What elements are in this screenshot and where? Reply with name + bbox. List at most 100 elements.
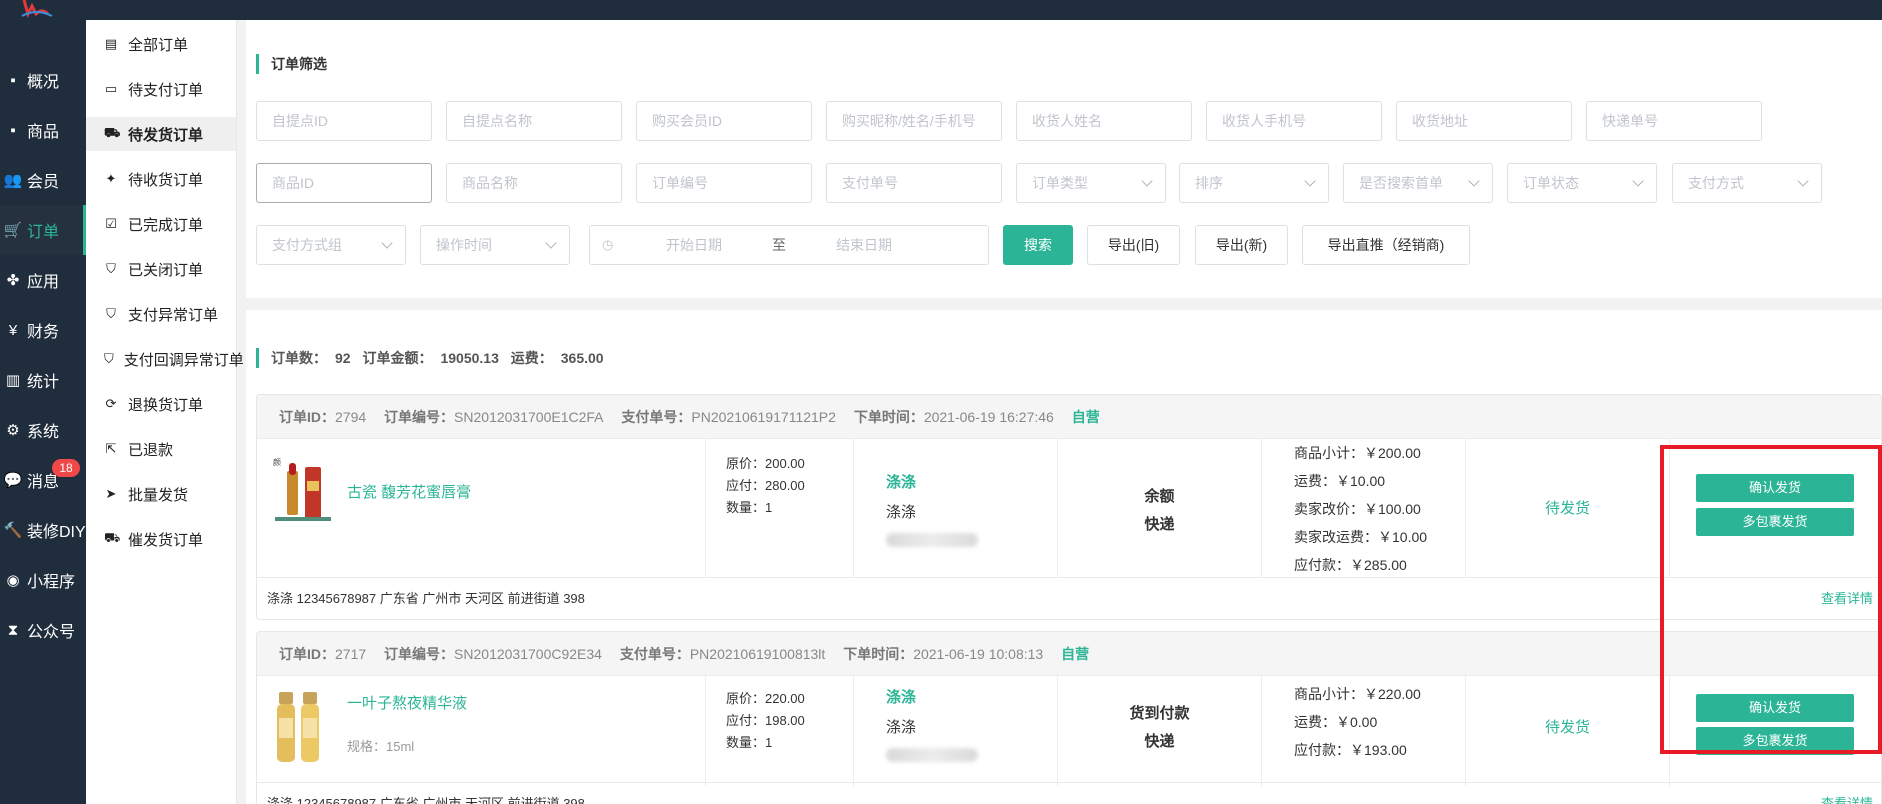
count-label: 订单数： [271,350,327,366]
order-amount: 19050.13 [440,350,499,366]
subnav-refunded[interactable]: ⇱ 已退款 [86,432,236,466]
subnav-label: 支付回调异常订单 [123,351,244,369]
order-time: 2021-06-19 16:27:46 [923,409,1054,425]
fee-line: 卖家改运费：￥10.00 [1294,529,1428,545]
sidebar-item-apps[interactable]: ✤ 应用 [0,255,86,305]
subnav-urge-ship[interactable]: ⛟ 催发货订单 [86,522,236,556]
dropbox-icon: ✦ [105,171,117,186]
pay-sn: PN20210619171121P2 [691,409,836,425]
receiver-name-input[interactable]: 收货人姓名 [1016,101,1192,141]
sidebar-item-members[interactable]: 👥 会员 [0,155,86,205]
export-direct-button[interactable]: 导出直推（经销商) [1302,225,1470,265]
sidebar-item-system[interactable]: ⚙ 系统 [0,405,86,455]
goods-name-link[interactable]: 一叶子熬夜精华液 [347,692,467,713]
share-icon: ⇱ [105,441,117,456]
subnav-callback-error[interactable]: ⛉ 支付回调异常订单 [86,342,244,376]
pickup-id-input[interactable]: 自提点ID [256,101,432,141]
subnav-pending-receipt[interactable]: ✦ 待收货订单 [86,162,236,196]
date-start[interactable]: 开始日期 [666,226,722,264]
cup-icon: ⛉ [104,351,114,366]
self-operated-tag: 自营 [1071,409,1100,425]
subnav-completed[interactable]: ☑ 已完成订单 [86,207,236,241]
order-header: 订单ID：2794 订单编号：SN2012031700E1C2FA 支付单号：P… [257,395,1881,439]
buyer-nick-input[interactable]: 购买昵称/姓名/手机号 [826,101,1002,141]
receiver-phone-input[interactable]: 收货人手机号 [1206,101,1382,141]
tracking-number-input[interactable]: 快递单号 [1586,101,1762,141]
buyer-id-input[interactable]: 购买会员ID [636,101,812,141]
receiver-address-input[interactable]: 收货地址 [1396,101,1572,141]
subnav-label: 待收货订单 [128,171,204,189]
subnav-label: 全部订单 [128,36,189,54]
fee-line: 运费：￥10.00 [1294,473,1386,489]
goods-name-link[interactable]: 古瓷 馥芳花蜜唇膏 [347,481,471,502]
order-card: 订单ID：2717 订单编号：SN2012031700C92E34 支付单号：P… [256,631,1882,804]
buyer-cell: 涤涤 涤涤 [854,439,1058,577]
view-detail-link[interactable]: 查看详情 [1821,783,1873,804]
sidebar-item-stats[interactable]: ▥ 统计 [0,355,86,405]
pay-group-select[interactable]: 支付方式组 [256,225,406,265]
subnav-all-orders[interactable]: ▤ 全部订单 [86,27,236,61]
search-button[interactable]: 搜索 [1003,225,1073,265]
payment-cell: 货到付款 快递 [1058,676,1262,786]
sidebar-item-goods[interactable]: ▪ 商品 [0,105,86,155]
pickup-name-input[interactable]: 自提点名称 [446,101,622,141]
sidebar-item-label: 小程序 [27,574,76,591]
order-footer: 涤涤 12345678987 广东省 广州市 天河区 前进街道 398 查看详情 [257,782,1881,804]
status-cell: 待发货 [1466,676,1670,786]
pay-method-select[interactable]: 支付方式 [1672,163,1822,203]
date-range-picker[interactable]: ◷ 开始日期 至 结束日期 [589,225,989,265]
export-old-button[interactable]: 导出(旧) [1087,225,1180,265]
members-icon: 👥 [3,172,23,189]
sort-select[interactable]: 排序 [1179,163,1329,203]
goods-name-input[interactable]: 商品名称 [446,163,622,203]
order-status-select[interactable]: 订单状态 [1507,163,1657,203]
sidebar-item-overview[interactable]: ▪ 概况 [0,55,86,105]
buyer-nickname-link[interactable]: 涤涤 [886,686,916,707]
order-id: 2794 [335,409,367,425]
first-order-select[interactable]: 是否搜索首单 [1343,163,1493,203]
pay-sn-input[interactable]: 支付单号 [826,163,1002,203]
sidebar-item-finance[interactable]: ¥ 财务 [0,305,86,355]
wechat-icon: ◉ [6,572,20,589]
order-id-label: 订单ID： [279,409,335,425]
cart-icon: 🛒 [3,222,23,239]
sidebar-item-miniprogram[interactable]: ◉ 小程序 [0,555,86,605]
pay-sn-label: 支付单号： [619,646,690,662]
subnav-payment-error[interactable]: ⛉ 支付异常订单 [86,297,236,331]
sidebar-item-messages[interactable]: 💬 消息 18 [0,455,86,505]
sidebar-item-orders[interactable]: 🛒 订单 [0,205,86,255]
pay-method: 余额 [1144,488,1175,505]
sidebar-item-diy[interactable]: 🔨 装修DIY [0,505,86,555]
sidebar-item-label: 装修DIY [27,524,86,541]
price-cell: 原价：220.00 应付：198.00 数量：1 [706,676,854,786]
order-time: 2021-06-19 10:08:13 [913,646,1044,662]
subnav-returns[interactable]: ⟳ 退换货订单 [86,387,236,421]
freight-label: 运费： [510,350,553,366]
order-row: 颜 古瓷 馥芳花蜜唇膏 原价：200.00 应付：280.00 数量：1 涤涤 … [257,439,1881,577]
subnav-pending-shipment[interactable]: ⛟ 待发货订单 [86,117,236,151]
payment-cell: 余额 快递 [1058,439,1262,577]
subnav-label: 已完成订单 [128,216,204,234]
blurred-phone [886,533,978,547]
cup-icon: ⛉ [106,261,116,276]
operate-time-select[interactable]: 操作时间 [420,225,570,265]
hourglass-icon: ⧗ [7,621,19,639]
buyer-nickname-link[interactable]: 涤涤 [886,471,916,492]
ship-method: 快递 [1144,516,1175,533]
subnav-pending-payment[interactable]: ▭ 待支付订单 [86,72,236,106]
price-cell: 原价：200.00 应付：280.00 数量：1 [706,439,854,577]
sidebar-item-label: 系统 [27,424,60,441]
date-end[interactable]: 结束日期 [836,226,892,264]
order-summary: 订单数： 92 订单金额： 19050.13 运费： 365.00 [256,348,612,368]
goods-id-input[interactable]: 商品ID [256,163,432,203]
subnav-closed[interactable]: ⛉ 已关闭订单 [86,252,236,286]
order-type-select[interactable]: 订单类型 [1016,163,1166,203]
order-sn-input[interactable]: 订单编号 [636,163,812,203]
sidebar-item-official-account[interactable]: ⧗ 公众号 [0,605,86,655]
fee-line: 应付款：￥285.00 [1294,557,1407,573]
subnav-batch-ship[interactable]: ➤ 批量发货 [86,477,236,511]
sidebar-item-label: 订单 [27,224,60,241]
highlight-box [1660,445,1882,754]
export-new-button[interactable]: 导出(新) [1195,225,1288,265]
overview-icon: ▪ [10,71,16,89]
